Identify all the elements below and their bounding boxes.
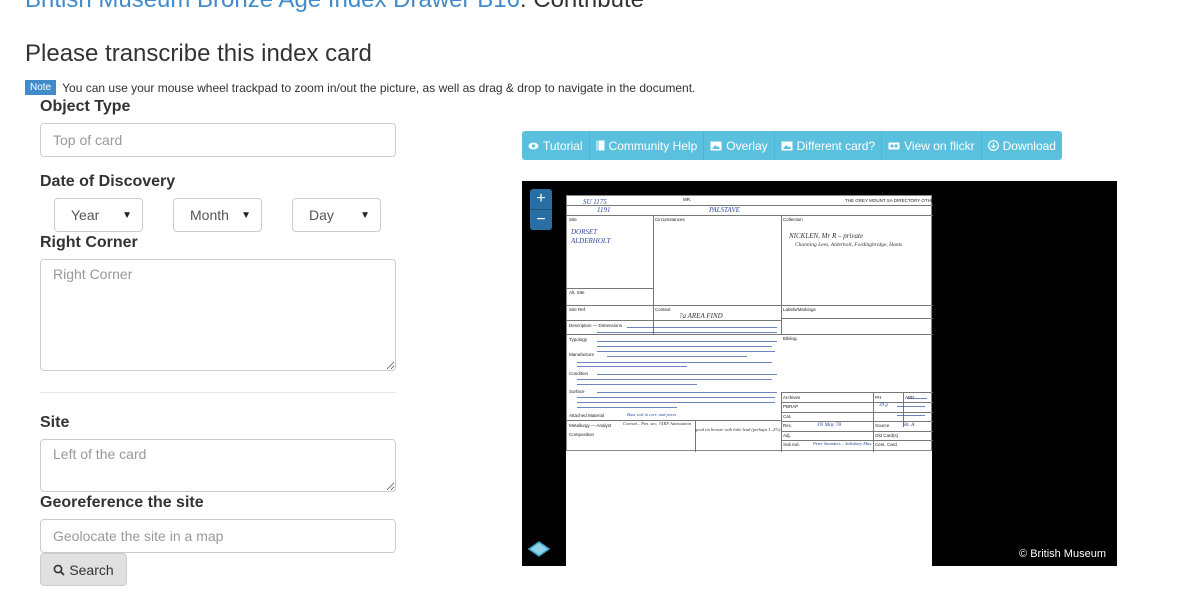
card-hw-context: ?a AREA FIND [679, 312, 723, 320]
card-ph-label: PH [875, 395, 882, 400]
card-description-label: Description — Dimensions [569, 323, 623, 328]
form-divider [40, 392, 396, 393]
view-on-flickr-button[interactable]: View on flickr [882, 131, 982, 160]
different-card-button[interactable]: Different card? [774, 131, 883, 160]
page-subtitle: Please transcribe this index card [25, 40, 372, 67]
book-icon [596, 140, 605, 151]
viewer-toolbar: Tutorial Community Help Overlay Differen… [522, 131, 1062, 160]
site-textarea[interactable] [40, 439, 396, 492]
card-cent-card-label: Cent. Card [875, 442, 897, 447]
tutorial-label: Tutorial [543, 138, 583, 153]
card-hw-source: Sh. A [903, 422, 915, 428]
card-metallurgy-label: Metallurgy — Analyst [569, 423, 612, 428]
card-collection-label: Collection [783, 217, 803, 222]
year-value: Year [71, 207, 100, 223]
card-site-ref-label: Site Ref. [569, 307, 587, 312]
download-button[interactable]: Download [981, 131, 1062, 160]
tutorial-button[interactable]: Tutorial [522, 131, 590, 160]
card-archives-label: Archives [783, 395, 801, 400]
card-hw-metallurgy: Conrad – Pen. sec. ?XRF Attenuation [623, 421, 692, 426]
georeference-label: Georeference the site [40, 494, 204, 511]
heading-suffix: : Contribute [520, 0, 644, 13]
card-hw-attached: Base soil in corr. and pores [627, 412, 677, 417]
overlay-button[interactable]: Overlay [704, 131, 775, 160]
download-label: Download [1002, 138, 1056, 153]
project-link[interactable]: British Museum Bronze Age Index Drawer B… [25, 0, 520, 13]
search-icon [53, 564, 65, 576]
card-hw-metallurgy2: good tin bronze with little lead (perhap… [695, 427, 781, 432]
card-source-label: Source [875, 423, 890, 428]
zoom-out-button[interactable]: − [530, 210, 552, 230]
card-sub-label: Sub Ind. [783, 442, 800, 447]
card-bibliog-label: Bibliog. [783, 336, 798, 341]
card-hw-address: Channing Lees, Alderholt, Fordingbridge,… [795, 242, 903, 248]
card-hw-ref: SU 1175 [583, 198, 607, 206]
view-on-flickr-label: View on flickr [904, 138, 975, 153]
community-help-label: Community Help [608, 138, 698, 153]
card-hw-collection: NICKLEN, Mr R – private [789, 232, 864, 240]
month-value: Month [190, 207, 229, 223]
right-corner-label: Right Corner [40, 234, 138, 251]
card-cat-label: Cat. [783, 414, 792, 419]
zoom-in-button[interactable]: + [530, 189, 552, 210]
image-viewer[interactable]: MR. THE GREY MOUNT SA DIRECTORY OTHE Sit… [522, 181, 1117, 566]
page-heading: British Museum Bronze Age Index Drawer B… [25, 0, 644, 14]
flickr-icon [888, 142, 900, 149]
card-context-label: Context [655, 307, 671, 312]
month-select[interactable]: Month ▼ [173, 198, 262, 232]
chevron-down-icon: ▼ [360, 209, 370, 221]
search-button[interactable]: Search [40, 553, 127, 586]
download-icon [987, 140, 999, 151]
zoom-control: + − [530, 189, 552, 230]
object-type-label: Object Type [40, 98, 131, 115]
year-select[interactable]: Year ▼ [54, 198, 143, 232]
day-select[interactable]: Day ▼ [292, 198, 381, 232]
note-row: Note You can use your mouse wheel trackp… [25, 80, 695, 95]
index-card-image: MR. THE GREY MOUNT SA DIRECTORY OTHE Sit… [566, 195, 934, 566]
card-labels-label: Labels/Markings [783, 307, 816, 312]
georeference-input[interactable] [40, 519, 396, 553]
image-credit: © British Museum [1014, 545, 1111, 563]
card-hw-parish: ALDERHOLT [571, 237, 611, 245]
card-site-label: Site [569, 217, 577, 222]
card-hw-place: PALSTAVE [709, 206, 740, 214]
chevron-down-icon: ▼ [122, 209, 132, 221]
site-label: Site [40, 414, 70, 431]
chevron-down-icon: ▼ [241, 209, 251, 221]
card-header-right: THE GREY MOUNT SA DIRECTORY OTHE [845, 198, 934, 203]
picture-icon [781, 141, 793, 150]
card-manufacture-label: Manufacture [569, 352, 595, 357]
right-corner-textarea[interactable] [40, 259, 396, 371]
card-condition-label: Condition [569, 371, 589, 376]
index-card-grid: MR. THE GREY MOUNT SA DIRECTORY OTHE Sit… [566, 195, 934, 452]
picture-icon [710, 141, 722, 150]
object-type-input[interactable] [40, 123, 396, 157]
day-value: Day [309, 207, 334, 223]
card-attached-label: Attached Material [569, 413, 605, 418]
card-hw-pbrap: 39 g [879, 403, 888, 408]
card-typology-label: Typology [569, 337, 588, 342]
card-surface-label: Surface [569, 389, 585, 394]
card-hw-county: DORSET [571, 228, 598, 236]
different-card-label: Different card? [796, 138, 876, 153]
card-rec-label: Rec. [783, 423, 793, 428]
overlay-label: Overlay [726, 138, 768, 153]
note-badge: Note [25, 80, 57, 95]
card-hw-sub: Peter Saunders – Salisbury Mus. [813, 441, 873, 446]
eye-icon [528, 142, 539, 149]
layers-icon[interactable] [528, 540, 550, 558]
card-hw-ref2: 1191 [597, 206, 611, 214]
card-composition-label: Composition [569, 432, 595, 437]
community-help-button[interactable]: Community Help [589, 131, 705, 160]
card-header-mr: MR. [683, 197, 692, 202]
card-hw-rec: JN May 78 [817, 422, 842, 428]
card-pbrap-label: PBRAP [783, 404, 799, 409]
card-alt-site-label: Alt. Site [569, 290, 585, 295]
date-of-discovery-label: Date of Discovery [40, 173, 176, 190]
card-adj-label: Adj. [783, 433, 791, 438]
card-circumstances-label: Circumstances [655, 217, 685, 222]
card-old-card-label: Old Card(s) [875, 433, 899, 438]
note-text: You can use your mouse wheel trackpad to… [62, 80, 696, 95]
search-label: Search [69, 561, 114, 578]
